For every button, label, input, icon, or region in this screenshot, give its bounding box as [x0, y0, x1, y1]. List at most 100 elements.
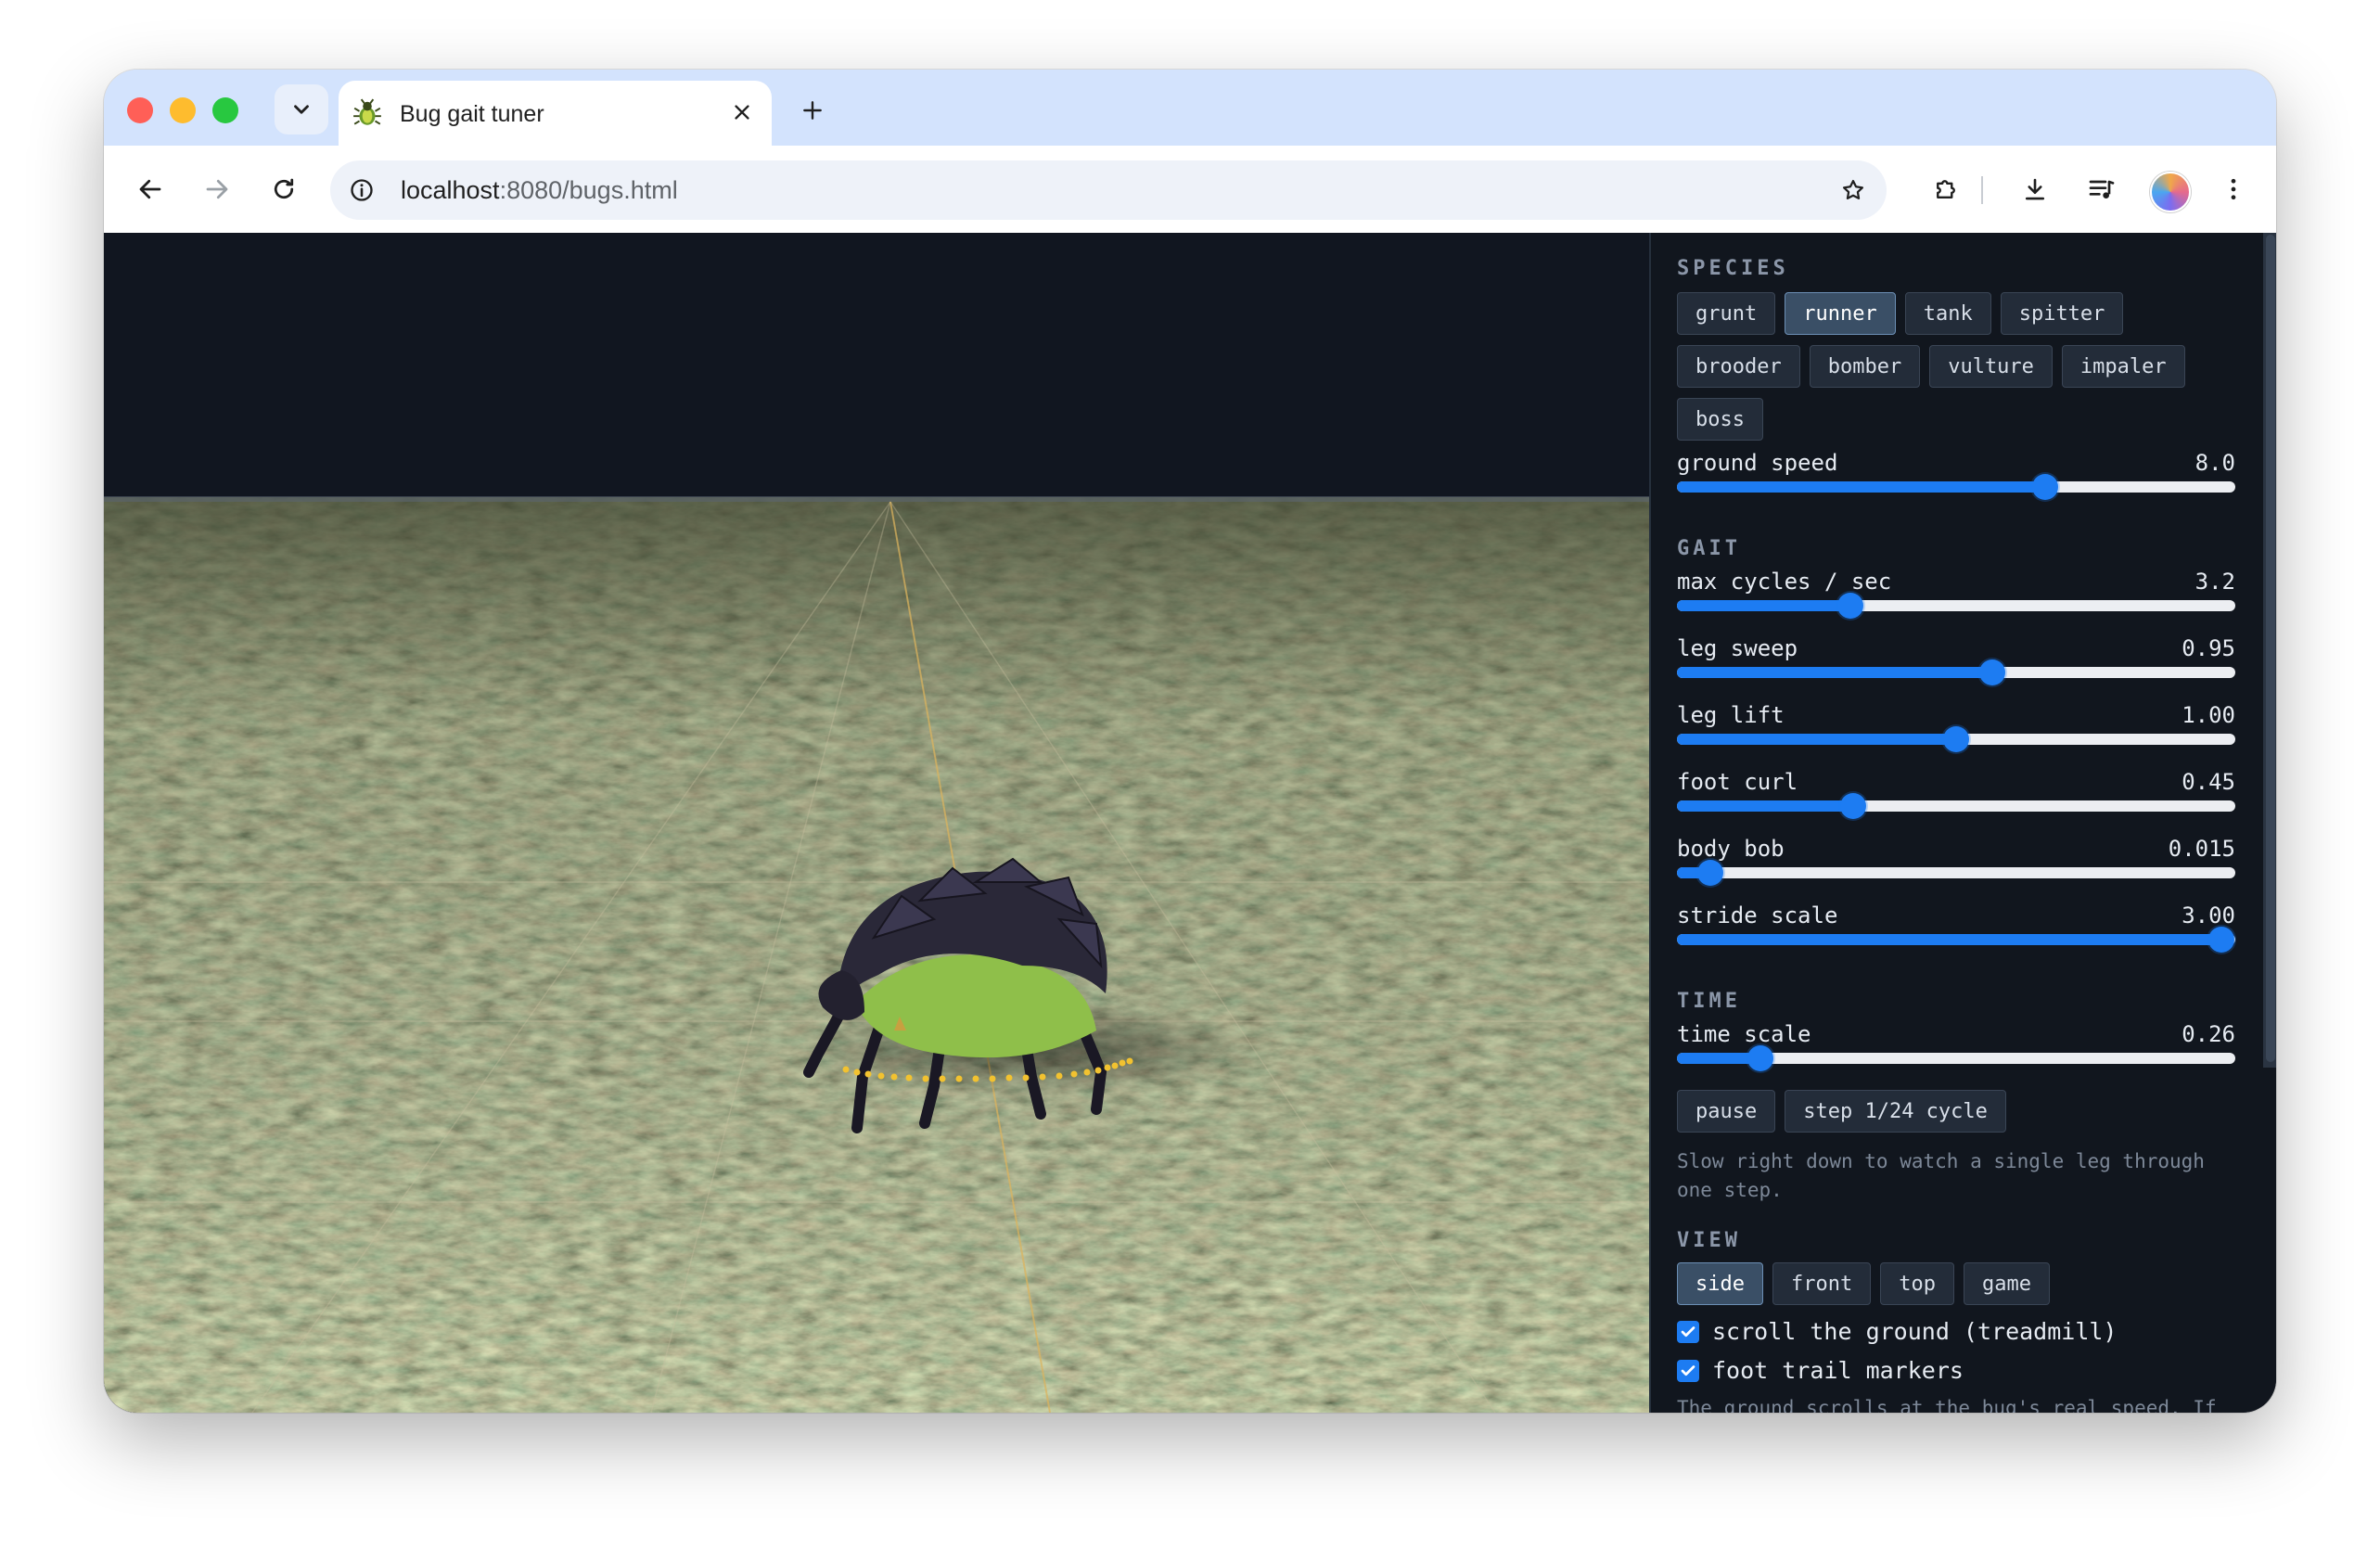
tab-search-button[interactable]: [275, 84, 328, 134]
bug-icon: [353, 98, 381, 125]
slider-track[interactable]: [1677, 1045, 2235, 1071]
slider-thumb[interactable]: [1747, 1045, 1774, 1071]
bookmark-button[interactable]: [1833, 170, 1874, 211]
time-scale-slider[interactable]: time scale 0.26: [1677, 1021, 2235, 1077]
slider-track[interactable]: [1677, 593, 2235, 619]
reload-button[interactable]: [262, 167, 306, 211]
time-hint: Slow right down to watch a single leg th…: [1677, 1150, 2205, 1201]
view-button-front[interactable]: front: [1772, 1262, 1872, 1305]
view-button-top[interactable]: top: [1880, 1262, 1954, 1305]
view-button-side[interactable]: side: [1677, 1262, 1763, 1305]
slider-thumb[interactable]: [1697, 860, 1724, 886]
species-button-bomber[interactable]: bomber: [1809, 345, 1921, 388]
close-icon: [735, 105, 749, 120]
leg-lift-slider[interactable]: leg lift 1.00: [1677, 702, 2235, 758]
slider-track[interactable]: [1677, 793, 2235, 819]
panel-scrollbar[interactable]: [2263, 233, 2276, 1068]
view-button-game[interactable]: game: [1963, 1262, 2050, 1305]
browser-menu-button[interactable]: [2211, 167, 2256, 211]
checkbox-box[interactable]: [1677, 1320, 1699, 1343]
slider-fill: [1677, 934, 2221, 945]
address-bar[interactable]: localhost:8080/bugs.html: [330, 160, 1887, 220]
checkbox-box[interactable]: [1677, 1359, 1699, 1382]
species-button-runner[interactable]: runner: [1785, 292, 1896, 335]
foot-trail-checkbox[interactable]: foot trail markers: [1677, 1357, 1964, 1384]
species-button-boss[interactable]: boss: [1677, 398, 1763, 441]
info-icon: [351, 179, 373, 201]
toolbar-divider: [1981, 176, 1983, 204]
pause-button[interactable]: pause: [1677, 1090, 1776, 1133]
control-panel: SPECIES grunt runner tank spitter broode…: [1649, 233, 2276, 1413]
slider-thumb[interactable]: [1943, 726, 1969, 752]
slider-thumb[interactable]: [1839, 793, 1866, 819]
playlist-music-icon: [2089, 180, 2115, 198]
checkmark-icon: [1681, 1325, 1695, 1337]
checkmark-icon: [1681, 1364, 1695, 1376]
slider-thumb[interactable]: [2207, 927, 2234, 953]
slider-track[interactable]: [1677, 927, 2235, 953]
body-bob-slider[interactable]: body bob 0.015: [1677, 836, 2235, 891]
new-tab-button[interactable]: [790, 88, 835, 133]
slider-label: ground speed: [1677, 450, 1838, 476]
species-section-title: SPECIES: [1677, 257, 1789, 280]
max-cycles-slider[interactable]: max cycles / sec 3.2: [1677, 569, 2235, 624]
url-path: :8080/bugs.html: [499, 176, 678, 204]
forward-button[interactable]: [195, 167, 239, 211]
slider-label: leg sweep: [1677, 635, 1798, 661]
species-button-impaler[interactable]: impaler: [2061, 345, 2185, 388]
slider-value: 1.00: [2182, 702, 2235, 728]
species-button-vulture[interactable]: vulture: [1929, 345, 2053, 388]
step-cycle-button[interactable]: step 1/24 cycle: [1785, 1090, 2006, 1133]
species-button-grunt[interactable]: grunt: [1677, 292, 1776, 335]
scene-canvas[interactable]: [104, 233, 1649, 1413]
species-button-brooder[interactable]: brooder: [1677, 345, 1800, 388]
chevron-down-icon: [294, 105, 309, 114]
slider-label: leg lift: [1677, 702, 1785, 728]
site-info-button[interactable]: [341, 170, 382, 211]
species-button-tank[interactable]: tank: [1904, 292, 1991, 335]
slider-fill: [1677, 667, 1993, 678]
maximize-window-button[interactable]: [212, 97, 238, 123]
checkbox-label: foot trail markers: [1712, 1357, 1964, 1384]
leg-sweep-slider[interactable]: leg sweep 0.95: [1677, 635, 2235, 691]
time-section-title: TIME: [1677, 990, 1741, 1013]
slider-thumb[interactable]: [2032, 474, 2059, 500]
profile-avatar[interactable]: [2150, 172, 2191, 212]
foot-curl-slider[interactable]: foot curl 0.45: [1677, 769, 2235, 825]
view-hint: The ground scrolls at the bug's real spe…: [1677, 1397, 2217, 1413]
tab-bug-gait-tuner[interactable]: Bug gait tuner: [339, 81, 772, 151]
slider-label: foot curl: [1677, 769, 1798, 795]
media-controls-button[interactable]: [2079, 167, 2124, 211]
slider-thumb[interactable]: [1979, 659, 2006, 685]
browser-toolbar: localhost:8080/bugs.html: [104, 146, 2276, 234]
slider-label: body bob: [1677, 836, 1785, 862]
slider-value: 3.00: [2182, 903, 2235, 928]
ground-speed-slider[interactable]: ground speed 8.0: [1677, 450, 2235, 506]
slider-thumb[interactable]: [1836, 593, 1863, 619]
gait-section-title: GAIT: [1677, 537, 1741, 560]
close-window-button[interactable]: [127, 97, 153, 123]
3d-viewport[interactable]: [104, 233, 1649, 1413]
slider-value: 3.2: [2194, 569, 2235, 595]
arrow-right-icon: [206, 179, 228, 199]
species-button-spitter[interactable]: spitter: [2000, 292, 2124, 335]
more-vert-icon: [2231, 178, 2236, 200]
minimize-window-button[interactable]: [170, 97, 196, 123]
slider-track[interactable]: [1677, 659, 2235, 685]
page-content: SPECIES grunt runner tank spitter broode…: [104, 233, 2276, 1413]
downloads-button[interactable]: [2013, 167, 2057, 211]
species-row-1: grunt runner tank spitter: [1677, 292, 2124, 335]
slider-label: max cycles / sec: [1677, 569, 1892, 595]
slider-track[interactable]: [1677, 474, 2235, 500]
treadmill-checkbox[interactable]: scroll the ground (treadmill): [1677, 1318, 2118, 1345]
reload-icon: [274, 178, 294, 199]
slider-track[interactable]: [1677, 860, 2235, 886]
slider-value: 8.0: [2194, 450, 2235, 476]
close-tab-button[interactable]: [722, 92, 762, 133]
back-button[interactable]: [128, 167, 173, 211]
slider-track[interactable]: [1677, 726, 2235, 752]
stride-scale-slider[interactable]: stride scale 3.00: [1677, 903, 2235, 958]
extensions-button[interactable]: [1924, 167, 1968, 211]
puzzle-icon: [1937, 180, 1955, 198]
slider-value: 0.26: [2182, 1021, 2235, 1047]
